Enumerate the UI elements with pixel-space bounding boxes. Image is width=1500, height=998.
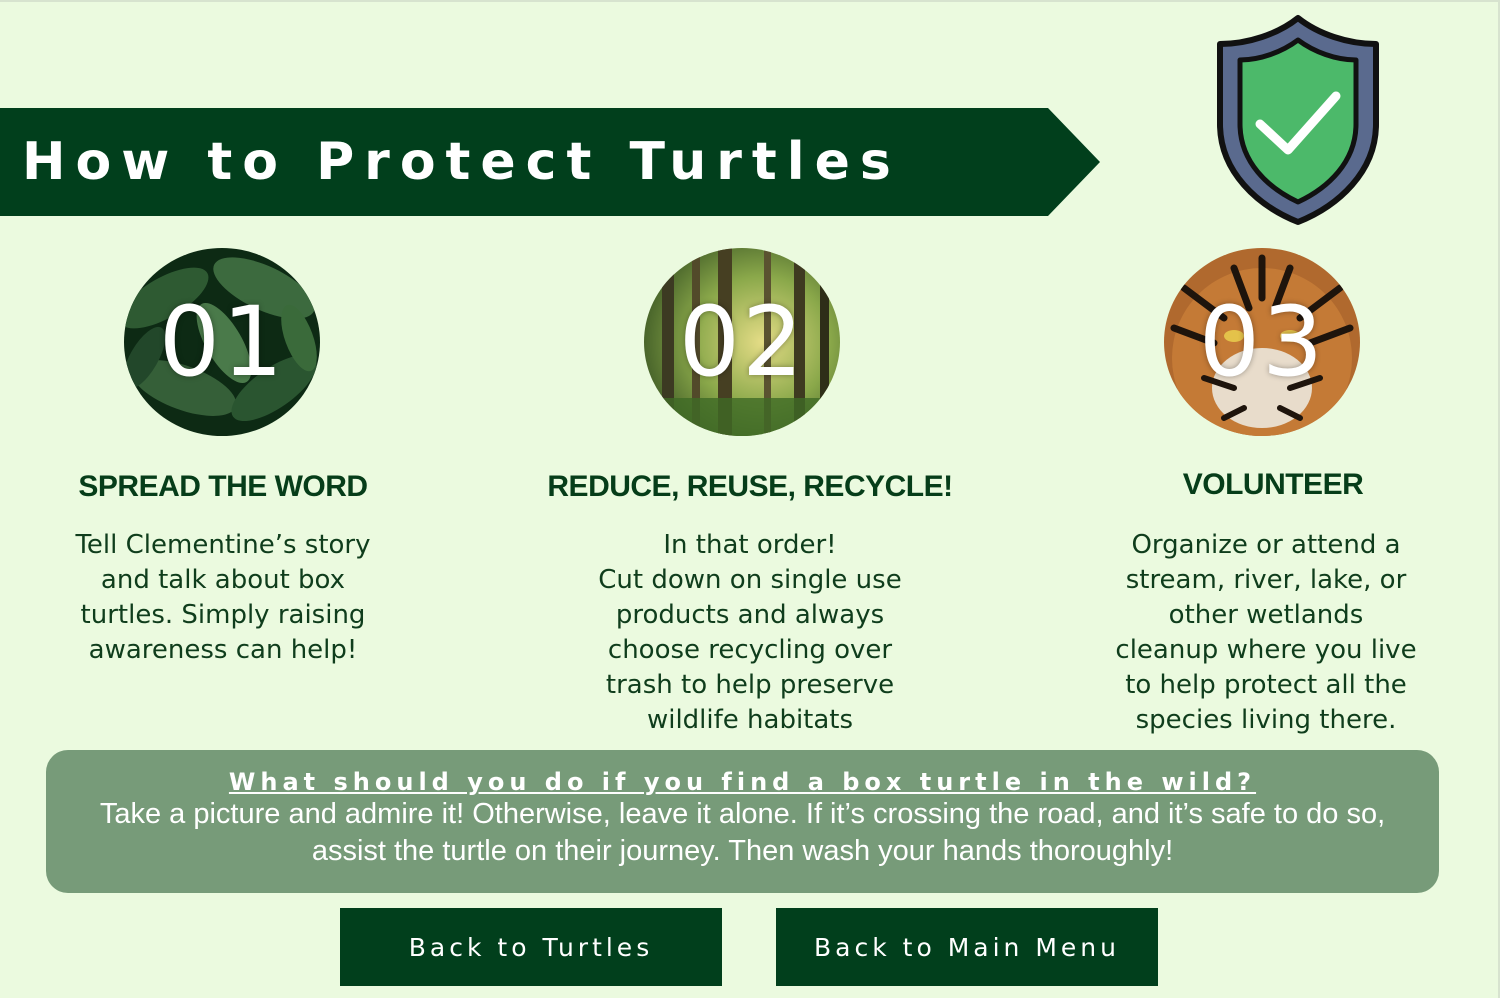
step-1-heading: SPREAD THE WORD	[78, 470, 368, 503]
page-border-top	[0, 0, 1500, 2]
step-2-text: In that order! Cut down on single use pr…	[598, 530, 902, 735]
step-1-image: 01	[124, 248, 320, 436]
page-title: How to Protect Turtles	[22, 132, 901, 192]
step-number: 03	[1198, 286, 1326, 398]
step-1-text: Tell Clementine’s story and talk about b…	[75, 530, 371, 665]
title-banner: How to Protect Turtles	[0, 108, 1100, 216]
back-to-main-menu-button[interactable]: Back to Main Menu	[776, 908, 1158, 986]
info-question: What should you do if you find a box tur…	[228, 768, 1257, 796]
back-to-turtles-button[interactable]: Back to Turtles	[340, 908, 722, 986]
step-number: 02	[678, 286, 806, 398]
step-2-heading: REDUCE, REUSE, RECYCLE!	[547, 470, 953, 503]
step-3-text: Organize or attend a stream, river, lake…	[1115, 530, 1417, 735]
step-3-heading: VOLUNTEER	[1182, 468, 1364, 501]
step-number: 01	[158, 286, 286, 398]
step-2-image: 02	[644, 248, 840, 436]
info-box: What should you do if you find a box tur…	[46, 750, 1439, 893]
step-3-image: 03	[1164, 248, 1360, 436]
info-answer: Take a picture and admire it! Otherwise,…	[99, 798, 1386, 867]
shield-check-icon	[1217, 15, 1379, 225]
